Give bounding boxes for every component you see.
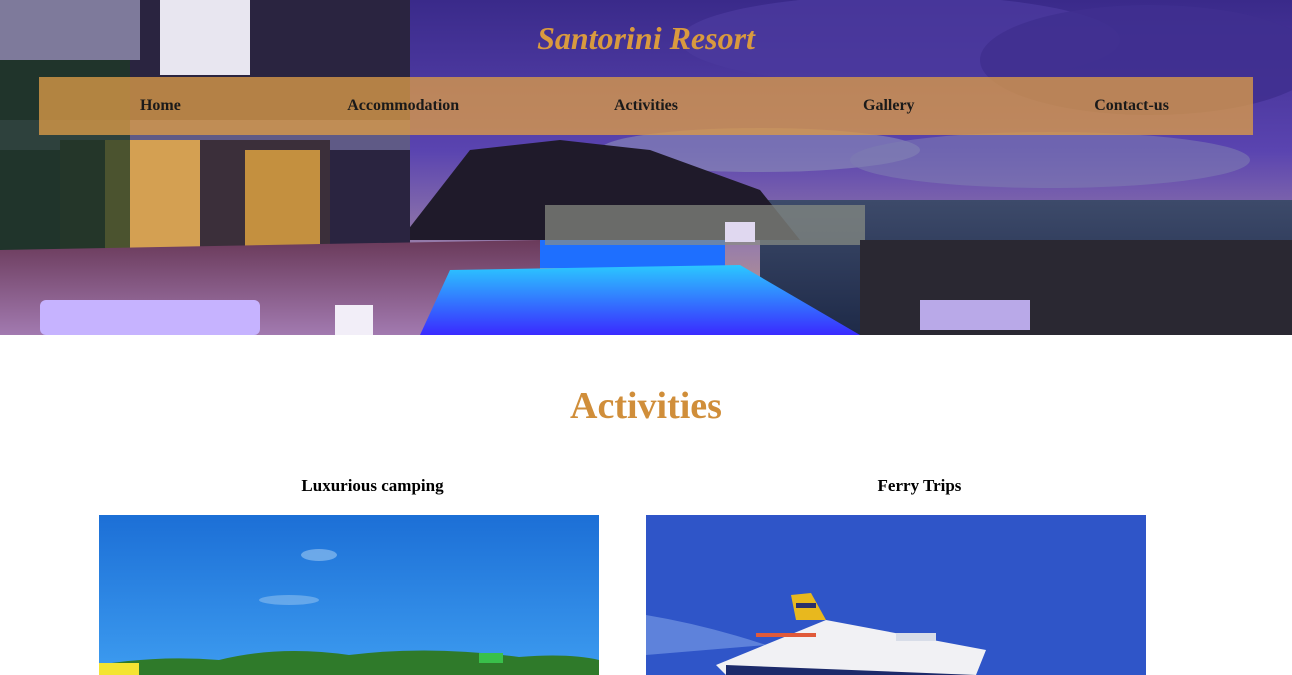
nav-item-accommodation[interactable]: Accommodation [282, 77, 525, 135]
nav-item-contact-us[interactable]: Contact-us [1010, 77, 1253, 135]
nav-item-gallery[interactable]: Gallery [767, 77, 1010, 135]
ferry-image [646, 515, 1146, 675]
nav-item-home[interactable]: Home [39, 77, 282, 135]
card-title: Luxurious camping [301, 476, 444, 495]
main-navbar: Home Accommodation Activities Gallery Co… [39, 77, 1253, 135]
activity-card-camping[interactable]: Luxurious camping [99, 474, 599, 675]
section-heading: Activities [570, 385, 722, 427]
card-title: Ferry Trips [877, 476, 962, 495]
nav-item-activities[interactable]: Activities [525, 77, 768, 135]
camping-image [99, 515, 599, 675]
activity-card-ferry[interactable]: Ferry Trips [646, 474, 1146, 675]
site-title[interactable]: Santorini Resort [0, 18, 1292, 58]
hero-banner: Santorini Resort Home Accommodation Acti… [0, 0, 1292, 335]
